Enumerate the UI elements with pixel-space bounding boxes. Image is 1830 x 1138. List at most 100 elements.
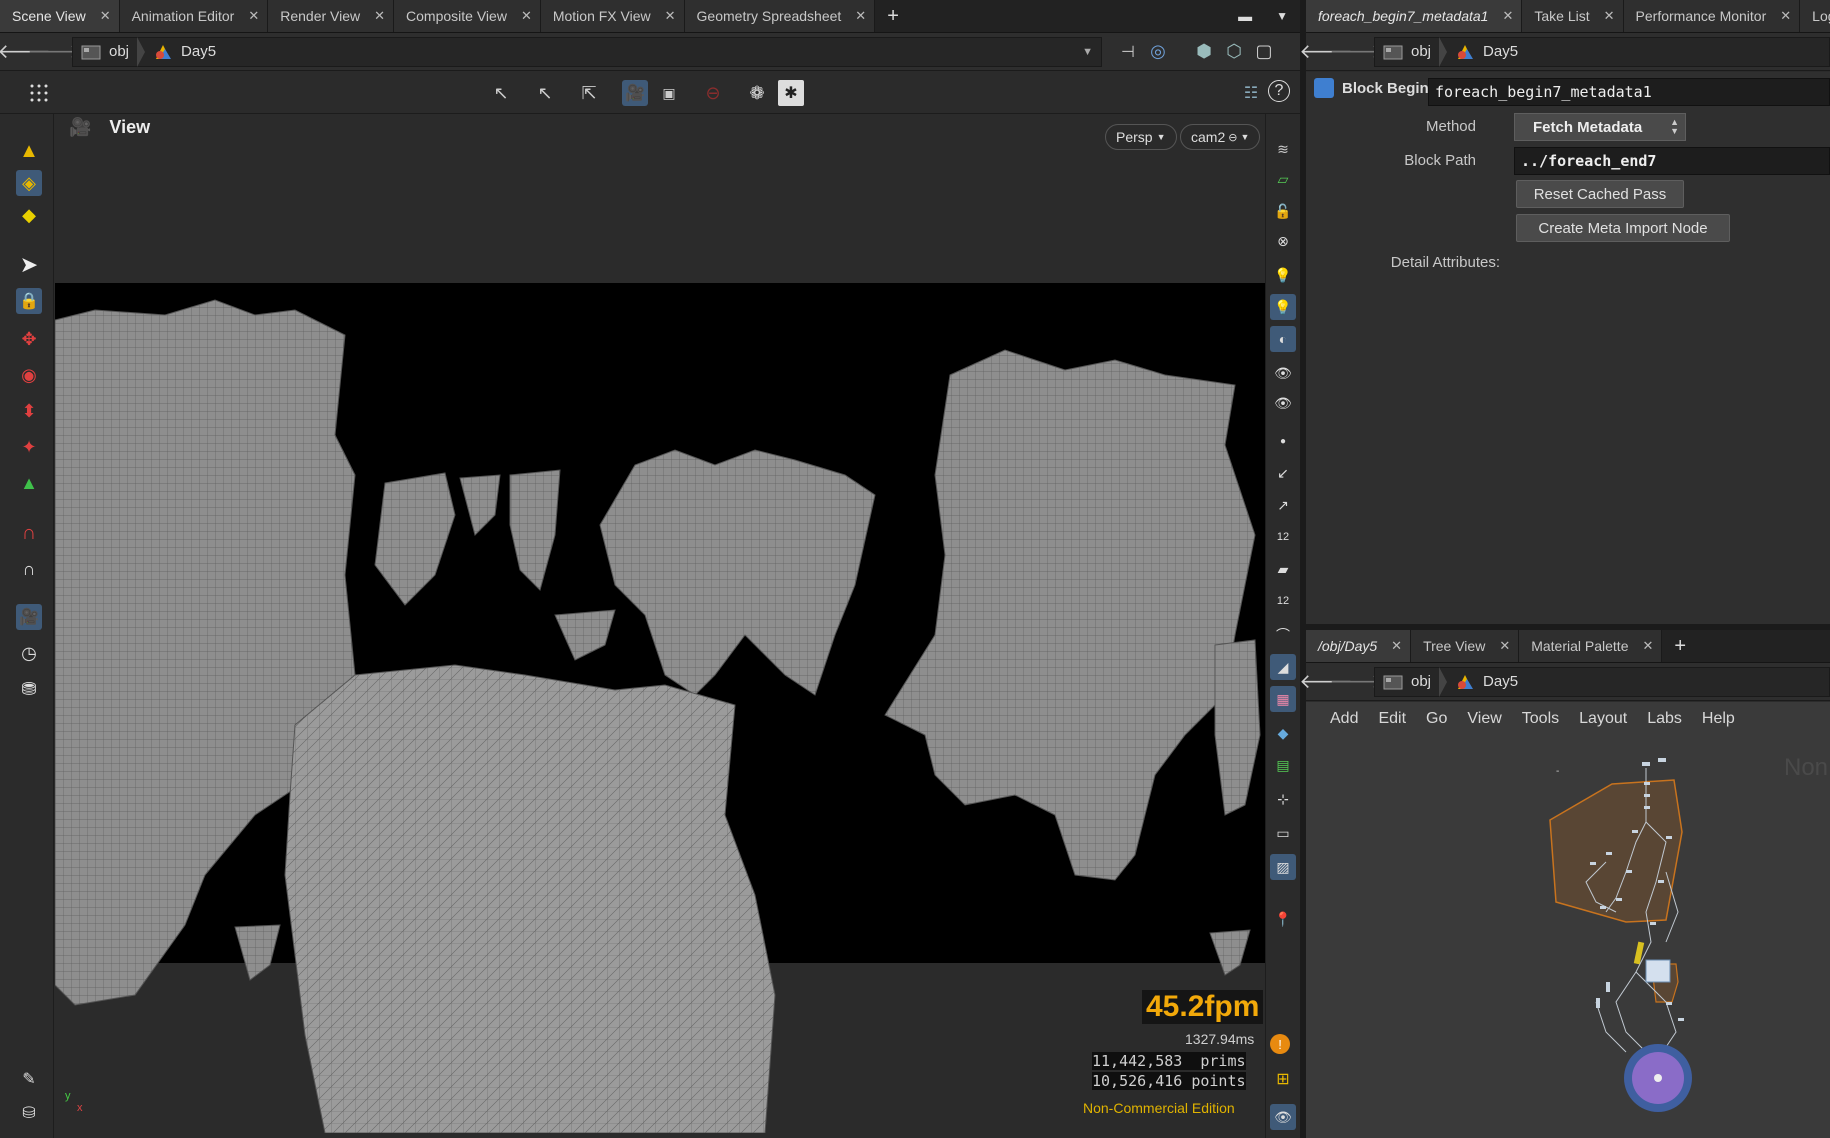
snap-magnet-icon[interactable]: ∩ bbox=[16, 520, 42, 546]
construction-plane-icon[interactable]: ▱ bbox=[1270, 166, 1296, 192]
uv-checker-icon[interactable]: ▦ bbox=[1270, 686, 1296, 712]
tab-scene-view[interactable]: Scene View ✕ bbox=[0, 0, 120, 32]
pin-location-icon[interactable]: 📍 bbox=[1270, 906, 1296, 932]
vertex-numbers-icon[interactable]: 12 bbox=[1270, 588, 1296, 614]
transform-mode-icon[interactable]: ◈ bbox=[16, 170, 42, 196]
close-icon[interactable]: ✕ bbox=[248, 8, 259, 24]
link-icon[interactable]: ◎ bbox=[1146, 40, 1170, 64]
breadcrumb-obj[interactable]: obj bbox=[73, 43, 137, 61]
close-icon[interactable]: ✕ bbox=[1780, 8, 1791, 24]
background-image-icon[interactable]: ▨ bbox=[1270, 854, 1296, 880]
normals-icon[interactable]: ↙ bbox=[1270, 460, 1296, 486]
grid-dots-icon[interactable] bbox=[26, 80, 52, 106]
secure-selection-icon[interactable]: ⇱ bbox=[576, 80, 602, 106]
handle-mode-icon[interactable]: ◆ bbox=[16, 202, 42, 228]
point-icon[interactable]: ● bbox=[1270, 428, 1296, 454]
pose-tool-icon[interactable]: ✦ bbox=[16, 434, 42, 460]
block-path-field[interactable]: ../foreach_end7 bbox=[1514, 147, 1830, 175]
handles-tool-icon[interactable]: ▲ bbox=[16, 470, 42, 496]
tab-tree-view[interactable]: Tree View ✕ bbox=[1411, 630, 1520, 662]
close-icon[interactable]: ✕ bbox=[1643, 638, 1654, 654]
lock-icon[interactable]: 🔒 bbox=[16, 288, 42, 314]
tab-geometry-spreadsheet[interactable]: Geometry Spreadsheet ✕ bbox=[684, 0, 876, 32]
hull-icon[interactable]: ◢ bbox=[1270, 654, 1296, 680]
light-bulb-icon[interactable]: 💡 bbox=[1270, 262, 1296, 288]
tab-composite-view[interactable]: Composite View ✕ bbox=[394, 0, 541, 32]
snap-options-icon[interactable]: ∩ bbox=[16, 556, 42, 582]
close-icon[interactable]: ✕ bbox=[665, 8, 676, 24]
viewport-clock-icon[interactable]: ◷ bbox=[16, 640, 42, 666]
map-icon[interactable]: ▤ bbox=[1270, 752, 1296, 778]
eye-icon[interactable]: 👁 bbox=[1270, 1104, 1296, 1130]
close-icon[interactable]: ✕ bbox=[1502, 8, 1513, 24]
quad-view-icon[interactable]: ⊞ bbox=[1270, 1066, 1296, 1092]
close-icon[interactable]: ✕ bbox=[100, 8, 111, 24]
shading-icon[interactable]: ◐ bbox=[1270, 326, 1296, 352]
cubes-icon[interactable]: ⬡ bbox=[1222, 40, 1246, 64]
close-icon[interactable]: ✕ bbox=[855, 8, 866, 24]
tab-performance-monitor[interactable]: Performance Monitor ✕ bbox=[1623, 0, 1801, 32]
help-icon[interactable]: ? bbox=[1268, 80, 1290, 102]
forward-arrow-icon[interactable]: 🡒 bbox=[1329, 40, 1383, 64]
origin-icon[interactable]: ⊹ bbox=[1270, 786, 1296, 812]
close-icon[interactable]: ✕ bbox=[1391, 638, 1402, 654]
visibility-icon[interactable]: 👁 bbox=[1270, 360, 1296, 386]
camera-visibility-icon[interactable]: 👁 bbox=[1270, 390, 1296, 416]
display-flags-icon[interactable]: ⛃ bbox=[16, 676, 42, 702]
pane-menu-icon[interactable]: ▼ bbox=[1264, 0, 1300, 32]
maximize-pane-icon[interactable]: ▬ bbox=[1226, 0, 1264, 32]
prim-numbers-icon[interactable]: ▰ bbox=[1270, 556, 1296, 582]
add-tab-button[interactable]: + bbox=[1662, 630, 1698, 662]
node-name-field[interactable]: foreach_begin7_metadata1 bbox=[1428, 78, 1830, 106]
tab-material-palette[interactable]: Material Palette ✕ bbox=[1519, 630, 1663, 662]
scale-tool-icon[interactable]: ⬍ bbox=[16, 398, 42, 424]
forward-arrow-icon[interactable]: 🡒 bbox=[27, 40, 81, 64]
close-icon[interactable]: ✕ bbox=[1604, 8, 1615, 24]
select-arrow-icon[interactable]: ➤ bbox=[16, 252, 42, 278]
camera-view-icon[interactable]: 🎥 bbox=[622, 80, 648, 106]
3d-viewport[interactable]: 🎥 View Persp ▼ cam2 ⊖ ▼ 45.2fpm 1327.94ms 1… bbox=[55, 115, 1265, 1133]
tab-motion-fx-view[interactable]: Motion FX View ✕ bbox=[540, 0, 685, 32]
tab-foreach-metadata[interactable]: foreach_begin7_metadata1 ✕ bbox=[1306, 0, 1523, 32]
tab-render-view[interactable]: Render View ✕ bbox=[268, 0, 395, 32]
camera-tool-icon[interactable]: 🎥 bbox=[16, 604, 42, 630]
disabled-stop-icon[interactable]: ⊖ bbox=[700, 80, 726, 106]
headlight-icon[interactable]: 💡 bbox=[1270, 294, 1296, 320]
viewport-layout-icon[interactable]: ▢ bbox=[1252, 40, 1276, 64]
breadcrumb-obj[interactable]: obj bbox=[1375, 673, 1439, 691]
breadcrumb-day5[interactable]: Day5 bbox=[1447, 673, 1526, 691]
point-numbers-icon[interactable]: 12 bbox=[1270, 524, 1296, 550]
tab-log-viewer[interactable]: Log Vie bbox=[1800, 0, 1830, 32]
create-meta-import-node-button[interactable]: Create Meta Import Node bbox=[1516, 214, 1730, 242]
render-flipbook-icon[interactable]: ❁ bbox=[744, 80, 770, 106]
breadcrumb-day5[interactable]: Day5 bbox=[145, 43, 224, 61]
close-icon[interactable]: ✕ bbox=[1499, 638, 1510, 654]
cube-icon[interactable]: ⬢ bbox=[1192, 40, 1216, 64]
disk-icon[interactable]: ⛁ bbox=[16, 1100, 42, 1126]
breadcrumb-obj[interactable]: obj bbox=[1375, 43, 1439, 61]
vertex-normals-icon[interactable]: ↗ bbox=[1270, 492, 1296, 518]
pin-icon[interactable]: ⊣ bbox=[1116, 40, 1140, 64]
diamond-icon[interactable]: ◆ bbox=[1270, 720, 1296, 746]
display-options-icon[interactable]: ☷ bbox=[1238, 80, 1264, 106]
path-dropdown-icon[interactable]: ▼ bbox=[1082, 46, 1093, 58]
tab-network-path[interactable]: /obj/Day5 ✕ bbox=[1306, 630, 1412, 662]
method-dropdown[interactable]: Fetch Metadata ▲ ▼ bbox=[1514, 113, 1686, 141]
lock-camera-icon[interactable]: 🔓 bbox=[1270, 198, 1296, 224]
film-icon[interactable]: ▭ bbox=[1270, 820, 1296, 846]
select-objects-icon[interactable]: ↖ bbox=[488, 80, 514, 106]
profile-curves-icon[interactable]: ⌒ bbox=[1270, 622, 1296, 648]
camera-dropdown[interactable]: cam2 ⊖ ▼ bbox=[1180, 124, 1261, 150]
add-tab-button[interactable]: + bbox=[875, 0, 911, 32]
select-components-icon[interactable]: ↖ bbox=[532, 80, 558, 106]
persp-dropdown[interactable]: Persp ▼ bbox=[1105, 124, 1177, 150]
render-settings-icon[interactable]: ✱ bbox=[778, 80, 804, 106]
layers-icon[interactable]: ≋ bbox=[1270, 136, 1296, 162]
reset-cached-pass-button[interactable]: Reset Cached Pass bbox=[1516, 180, 1684, 208]
network-editor[interactable]: Add Edit Go View Tools Layout Labs Help … bbox=[1306, 702, 1830, 1138]
tab-animation-editor[interactable]: Animation Editor ✕ bbox=[119, 0, 269, 32]
rotate-tool-icon[interactable]: ◉ bbox=[16, 362, 42, 388]
close-icon[interactable]: ✕ bbox=[374, 8, 385, 24]
tab-take-list[interactable]: Take List ✕ bbox=[1522, 0, 1624, 32]
breadcrumb-day5[interactable]: Day5 bbox=[1447, 43, 1526, 61]
